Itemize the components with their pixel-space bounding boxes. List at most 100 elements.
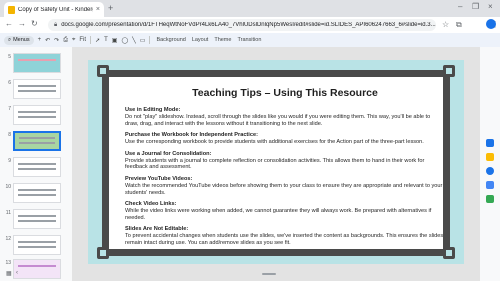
section-body: Do not "play" slideshow. Instead, scroll… — [125, 114, 431, 127]
keep-icon[interactable] — [486, 153, 494, 161]
slide-number: 6 — [8, 80, 11, 86]
forward-icon[interactable]: → — [18, 19, 26, 28]
slide-thumbnail[interactable] — [13, 131, 61, 151]
comment-icon[interactable]: ▭ — [140, 37, 146, 44]
thumb-line — [18, 116, 56, 118]
thumb-line — [19, 137, 55, 139]
speaker-notes-handle[interactable] — [262, 273, 276, 275]
maps-icon[interactable] — [486, 195, 494, 203]
redo-icon[interactable]: ↷ — [54, 37, 59, 44]
side-panel — [480, 47, 500, 281]
contacts-icon[interactable] — [486, 181, 494, 189]
collapse-panel-icon[interactable]: ‹ — [16, 270, 18, 276]
slide-thumbnail-item[interactable]: 10 — [3, 183, 69, 205]
slide-number: 9 — [8, 158, 11, 164]
grid-view-icon[interactable]: ▦ — [6, 270, 12, 277]
slide-number: 5 — [8, 54, 11, 60]
section-body: While the video links were working when … — [125, 208, 432, 221]
thumb-line — [18, 215, 56, 217]
maximize-button[interactable]: ❐ — [472, 2, 479, 11]
toolbar-divider — [90, 36, 92, 44]
line-icon[interactable]: ╲ — [132, 37, 136, 44]
slide-thumbnail-item[interactable]: 9 — [3, 157, 69, 179]
undo-icon[interactable]: ↶ — [45, 37, 50, 44]
section-body: Provide students with a journal to compl… — [125, 157, 425, 171]
theme-button[interactable]: Theme — [214, 37, 231, 43]
lock-icon: 🔒︎ — [54, 21, 58, 28]
slide-number: 13 — [5, 260, 11, 266]
section-body: To prevent accidental changes when stude… — [125, 233, 444, 246]
thumb-line — [18, 246, 56, 248]
section-heading: Use in Editing Mode: — [125, 107, 181, 113]
new-tab-button[interactable]: + — [108, 3, 113, 13]
select-cursor-icon[interactable]: ➚ — [95, 37, 100, 44]
print-icon[interactable]: ⎙ — [63, 37, 68, 44]
browser-tab[interactable]: Copy of Safety Unit - Kindergar × — [4, 2, 104, 17]
slide-thumbnail[interactable] — [13, 235, 61, 255]
slide-thumbnail-item[interactable]: 12 — [3, 235, 69, 257]
new-slide-icon[interactable]: + — [38, 37, 42, 43]
slide-thumbnail[interactable] — [13, 209, 61, 229]
slide-filmstrip: 5 6 7 8 9 10 11 12 13 — [0, 47, 72, 281]
thumb-line — [18, 90, 56, 92]
slide-thumbnail-item[interactable]: 5 — [3, 53, 69, 75]
slide-thumbnail[interactable] — [13, 183, 61, 203]
section-heading: Slides Are Not Editable: — [125, 226, 189, 233]
slide-canvas: Teaching Tips – Using This Resource Use … — [72, 47, 480, 281]
slide-thumbnail[interactable] — [13, 105, 61, 125]
slide-thumbnail-item[interactable]: 6 — [3, 79, 69, 101]
reload-icon[interactable]: ↻ — [31, 19, 38, 28]
thumb-line — [18, 265, 56, 267]
slide-thumbnail[interactable] — [13, 259, 61, 279]
section-heading: Use a Journal for Consolidation: — [125, 150, 212, 157]
slide-number: 11 — [5, 210, 11, 216]
slide-number: 12 — [5, 236, 11, 242]
back-icon[interactable]: ← — [5, 19, 13, 28]
thumb-line — [18, 85, 56, 87]
thumb-title-bar — [18, 59, 56, 61]
slide-thumbnail[interactable] — [13, 157, 61, 177]
slide-number: 7 — [8, 106, 11, 112]
slide-thumbnail[interactable] — [13, 79, 61, 99]
slide-thumbnail-item[interactable]: 13 — [3, 259, 69, 281]
text-box-icon[interactable]: T — [104, 37, 108, 43]
menus-label: Menus — [13, 37, 30, 43]
slide-content: Teaching Tips – Using This Resource Use … — [125, 87, 445, 252]
profile-avatar[interactable] — [486, 19, 496, 29]
slide-thumbnail-item[interactable]: 7 — [3, 105, 69, 127]
tasks-icon[interactable] — [486, 167, 494, 175]
zoom-select[interactable]: Fit — [79, 37, 86, 43]
tab-close-icon[interactable]: × — [96, 6, 100, 13]
thumb-line — [18, 163, 56, 165]
thumb-line — [18, 111, 56, 113]
section-body: Use the corresponding workbook to provid… — [125, 139, 424, 146]
image-icon[interactable]: ▣ — [112, 37, 118, 44]
calendar-icon[interactable] — [486, 139, 494, 147]
section-heading: Preview YouTube Videos: — [125, 175, 193, 182]
url-bar[interactable]: 🔒︎ docs.google.com/presentation/d/1FTHeq… — [48, 19, 436, 31]
extensions-icon[interactable]: ⧉ — [456, 20, 462, 30]
minimize-button[interactable]: – — [458, 2, 462, 11]
slide-title: Teaching Tips – Using This Resource — [192, 87, 378, 99]
transition-button[interactable]: Transition — [237, 37, 261, 43]
menus-button[interactable]: ⌕ Menus — [4, 35, 34, 45]
background-button[interactable]: Background — [156, 37, 185, 43]
search-icon: ⌕ — [8, 36, 12, 43]
current-slide[interactable]: Teaching Tips – Using This Resource Use … — [88, 60, 464, 264]
slide-thumbnail-item[interactable]: 11 — [3, 209, 69, 231]
section-heading: Purchase the Workbook for Independent Pr… — [125, 132, 258, 139]
frame-corner-bottom-right — [443, 247, 455, 259]
shape-icon[interactable]: ◯ — [121, 37, 128, 44]
frame-corner-top-left — [97, 65, 109, 77]
close-window-button[interactable]: × — [488, 2, 493, 11]
paint-format-icon[interactable]: ⌖ — [72, 37, 75, 44]
layout-button[interactable]: Layout — [192, 37, 209, 43]
bookmark-star-icon[interactable]: ☆ — [442, 20, 449, 29]
thumb-line — [18, 168, 56, 170]
slide-thumbnail-item-active[interactable]: 8 — [3, 131, 69, 153]
tab-title: Copy of Safety Unit - Kindergar — [18, 6, 93, 13]
thumb-line — [18, 241, 56, 243]
browser-tab-bar: Copy of Safety Unit - Kindergar × + – ❐ … — [0, 0, 500, 17]
section-body: Watch the recommended YouTube videos bef… — [125, 182, 443, 196]
slide-thumbnail[interactable] — [13, 53, 61, 73]
